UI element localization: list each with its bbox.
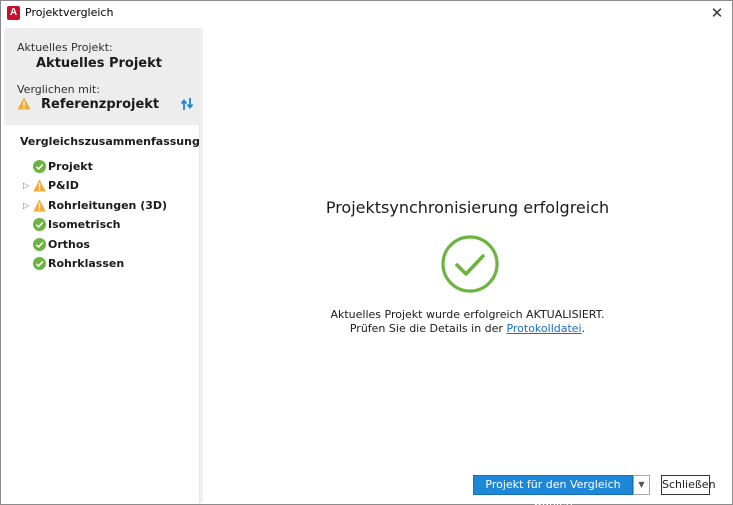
left-panel: Aktuelles Projekt: Aktuelles Projekt Ver…: [4, 28, 203, 503]
details-message: Prüfen Sie die Details in der Protokolld…: [203, 322, 732, 335]
chevron-down-icon: ▼: [638, 480, 645, 489]
swap-arrows-icon[interactable]: [180, 97, 194, 111]
warning-icon: [17, 97, 31, 110]
summary-title: Vergleichszusammenfassung: [20, 135, 200, 148]
compared-project-value: Referenzprojekt: [41, 97, 160, 112]
warning-triangle-icon: [33, 179, 46, 192]
tree-item-label: Rohrklassen: [48, 257, 125, 270]
tree-item-label: Orthos: [48, 237, 90, 251]
log-file-link[interactable]: Protokolldatei: [506, 322, 581, 335]
main-content: Projektsynchronisierung erfolgreich Aktu…: [203, 28, 732, 505]
tree-item[interactable]: ▷ P&ID: [20, 178, 196, 196]
result-headline: Projektsynchronisierung erfolgreich: [325, 198, 610, 217]
tree-item[interactable]: Orthos: [20, 237, 196, 255]
warning-triangle-icon: [33, 199, 46, 212]
expand-triangle-icon[interactable]: ▷: [23, 201, 29, 210]
check-circle-icon: [33, 257, 46, 270]
success-check-icon: [441, 235, 499, 293]
tree-item[interactable]: Rohrklassen: [20, 256, 196, 274]
dialog-window: A Projektvergleich ✕ Aktuelles Projekt: …: [0, 0, 733, 505]
window-title: Projektvergleich: [25, 6, 114, 19]
select-project-dropdown-button[interactable]: ▼: [633, 475, 650, 495]
tree-item[interactable]: Isometrisch: [20, 217, 196, 235]
current-project-label: Aktuelles Projekt:: [17, 41, 113, 54]
tree-item[interactable]: ▷ Rohrleitungen (3D): [20, 198, 196, 216]
project-info-header: Aktuelles Projekt: Aktuelles Projekt Ver…: [4, 28, 200, 125]
tree-item-label: Rohrleitungen (3D): [48, 198, 168, 212]
expand-triangle-icon[interactable]: ▷: [23, 181, 29, 190]
app-logo-icon: A: [7, 6, 20, 20]
select-project-button[interactable]: Projekt für den Vergleich wählen: [473, 475, 633, 505]
close-window-button[interactable]: ✕: [706, 3, 728, 23]
close-button[interactable]: Schließen: [661, 475, 716, 495]
result-message: Aktuelles Projekt wurde erfolgreich AKTU…: [330, 308, 605, 321]
details-suffix: .: [581, 322, 586, 335]
tree-item-label: P&ID: [48, 179, 79, 193]
current-project-value: Aktuelles Projekt: [36, 56, 162, 71]
check-circle-icon: [33, 218, 46, 232]
title-bar: A Projektvergleich ✕: [1, 1, 732, 27]
tree-item-label: Isometrisch: [48, 218, 121, 232]
check-circle-icon: [33, 237, 46, 251]
details-prefix: Prüfen Sie die Details in der: [349, 322, 507, 335]
compared-with-label: Verglichen mit:: [17, 83, 100, 96]
check-circle-icon: [33, 160, 46, 173]
tree-item[interactable]: Projekt: [20, 159, 196, 177]
tree-item-label: Projekt: [48, 160, 93, 173]
